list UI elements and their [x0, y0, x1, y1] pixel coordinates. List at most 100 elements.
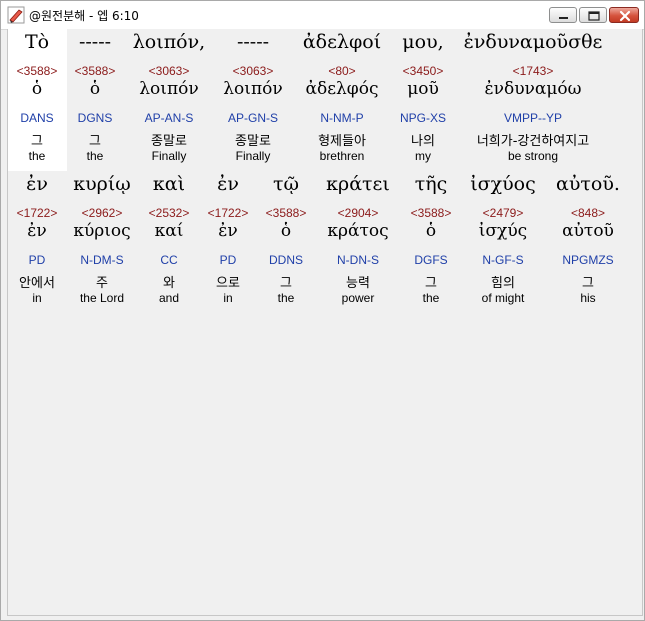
- strong-number[interactable]: <1743>: [456, 64, 610, 78]
- parse-code[interactable]: PD: [199, 253, 257, 267]
- word-cell[interactable]: αὐτοῦ. <848> αὐτοῦ NPGMZS 그 his: [548, 171, 628, 313]
- parse-code[interactable]: NPG-XS: [390, 111, 456, 125]
- word-cell[interactable]: ----- <3588> ὁ DGNS 그 the: [67, 29, 123, 171]
- parse-code[interactable]: DANS: [8, 111, 66, 125]
- strong-number[interactable]: <1722>: [8, 206, 66, 220]
- lemma: κύριος: [73, 221, 131, 241]
- minimize-icon: [559, 17, 568, 19]
- korean-gloss: 그: [31, 134, 43, 149]
- parse-code[interactable]: N-NM-P: [298, 111, 386, 125]
- korean-gloss: 그: [582, 276, 594, 291]
- word-cell[interactable]: ἐνδυναμοῦσθε <1743> ἐνδυναμόω VMPP--YP 너…: [456, 29, 610, 171]
- lemma: λοιπόν: [223, 79, 283, 99]
- lemma: αὐτοῦ: [562, 221, 614, 241]
- lemma: ἰσχύς: [478, 221, 528, 241]
- strong-number[interactable]: <848>: [548, 206, 628, 220]
- word-cell[interactable]: καὶ <2532> καί CC 와 and: [140, 171, 198, 313]
- greek-word: -----: [78, 31, 112, 53]
- word-cell[interactable]: κράτει <2904> κράτος N-DN-S 능력 power: [317, 171, 399, 313]
- word-cell[interactable]: μου, <3450> μοῦ NPG-XS 나의 my: [390, 29, 456, 171]
- app-icon[interactable]: [7, 6, 25, 24]
- parse-code[interactable]: N-DN-S: [317, 253, 399, 267]
- korean-gloss: 그: [280, 276, 292, 291]
- parse-code[interactable]: N-DM-S: [66, 253, 138, 267]
- english-gloss: my: [415, 149, 431, 163]
- greek-word: ἰσχύος: [470, 173, 536, 195]
- strong-number[interactable]: <3063>: [125, 64, 213, 78]
- strong-number[interactable]: <3588>: [8, 64, 66, 78]
- english-gloss: in: [32, 291, 42, 305]
- lemma: μοῦ: [407, 79, 439, 99]
- close-icon: [619, 10, 631, 22]
- word-cell[interactable]: ἐν <1722> ἐν PD 으로 in: [199, 171, 257, 313]
- greek-word: ἐν: [26, 173, 48, 195]
- korean-gloss: 힘의: [491, 276, 515, 291]
- word-cell[interactable]: τῷ <3588> ὁ DDNS 그 the: [257, 171, 315, 313]
- korean-gloss: 형제들아: [318, 134, 366, 149]
- korean-gloss: 너희가-강건하여지고: [476, 134, 590, 149]
- parse-code[interactable]: NPGMZS: [548, 253, 628, 267]
- strong-number[interactable]: <3588>: [67, 64, 123, 78]
- greek-word: καὶ: [152, 173, 186, 195]
- english-gloss: in: [223, 291, 233, 305]
- parse-code[interactable]: VMPP--YP: [456, 111, 610, 125]
- greek-word: κράτει: [326, 173, 390, 195]
- word-cell[interactable]: ἀδελφοί <80> ἀδελφός N-NM-P 형제들아 brethre…: [298, 29, 386, 171]
- english-gloss: be strong: [507, 149, 559, 163]
- parse-code[interactable]: DGFS: [402, 253, 460, 267]
- lemma: κράτος: [327, 221, 389, 241]
- greek-word: αὐτοῦ.: [556, 173, 620, 195]
- word-cell[interactable]: κυρίῳ <2962> κύριος N-DM-S 주 the Lord: [66, 171, 138, 313]
- strong-number[interactable]: <2479>: [462, 206, 544, 220]
- lemma: ἐν: [218, 221, 238, 241]
- strong-number[interactable]: <3450>: [390, 64, 456, 78]
- word-cell[interactable]: λοιπόν, <3063> λοιπόν AP-AN-S 종말로 Finall…: [125, 29, 213, 171]
- parse-code[interactable]: CC: [140, 253, 198, 267]
- strong-number[interactable]: <1722>: [199, 206, 257, 220]
- app-window: @원전분해 - 엡 6:10 Τὸ <3588> ὁ DANS 그 the --…: [0, 0, 645, 621]
- strong-number[interactable]: <2904>: [317, 206, 399, 220]
- strong-number[interactable]: <2962>: [66, 206, 138, 220]
- parse-code[interactable]: AP-GN-S: [213, 111, 293, 125]
- word-cell[interactable]: Τὸ <3588> ὁ DANS 그 the: [8, 29, 66, 171]
- strong-number[interactable]: <80>: [298, 64, 386, 78]
- strong-number[interactable]: <2532>: [140, 206, 198, 220]
- word-cell[interactable]: ----- <3063> λοιπόν AP-GN-S 종말로 Finally: [213, 29, 293, 171]
- title-bar[interactable]: @원전분해 - 엡 6:10: [1, 1, 644, 30]
- english-gloss: the: [86, 149, 104, 163]
- parse-code[interactable]: DGNS: [67, 111, 123, 125]
- lemma: ἐν: [27, 221, 47, 241]
- word-cell[interactable]: ἰσχύος <2479> ἰσχύς N-GF-S 힘의 of might: [462, 171, 544, 313]
- strong-number[interactable]: <3588>: [257, 206, 315, 220]
- word-cell[interactable]: ἐν <1722> ἐν PD 안에서 in: [8, 171, 66, 313]
- korean-gloss: 으로: [216, 276, 240, 291]
- parse-code[interactable]: N-GF-S: [462, 253, 544, 267]
- minimize-button[interactable]: [549, 7, 577, 23]
- english-gloss: the: [28, 149, 46, 163]
- word-cell[interactable]: τῆς <3588> ὁ DGFS 그 the: [402, 171, 460, 313]
- lemma: ἐνδυναμόω: [484, 79, 582, 99]
- strong-number[interactable]: <3063>: [213, 64, 293, 78]
- lemma: καί: [154, 221, 184, 241]
- strong-number[interactable]: <3588>: [402, 206, 460, 220]
- english-gloss: the: [422, 291, 440, 305]
- parse-code[interactable]: DDNS: [257, 253, 315, 267]
- korean-gloss: 종말로: [151, 134, 187, 149]
- greek-word: μου,: [402, 31, 444, 53]
- maximize-icon: [588, 11, 600, 21]
- greek-word: ἐν: [217, 173, 239, 195]
- greek-word: κυρίῳ: [73, 173, 131, 195]
- korean-gloss: 주: [96, 276, 108, 291]
- english-gloss: Finally: [151, 149, 187, 163]
- lemma: ὁ: [425, 221, 437, 241]
- greek-word: Τὸ: [24, 31, 50, 53]
- close-button[interactable]: [609, 7, 639, 23]
- korean-gloss: 와: [163, 276, 175, 291]
- maximize-button[interactable]: [579, 7, 607, 23]
- parse-code[interactable]: AP-AN-S: [125, 111, 213, 125]
- english-gloss: power: [341, 291, 375, 305]
- korean-gloss: 그: [425, 276, 437, 291]
- lemma: λοιπόν: [139, 79, 199, 99]
- parse-code[interactable]: PD: [8, 253, 66, 267]
- lemma: ὁ: [89, 79, 101, 99]
